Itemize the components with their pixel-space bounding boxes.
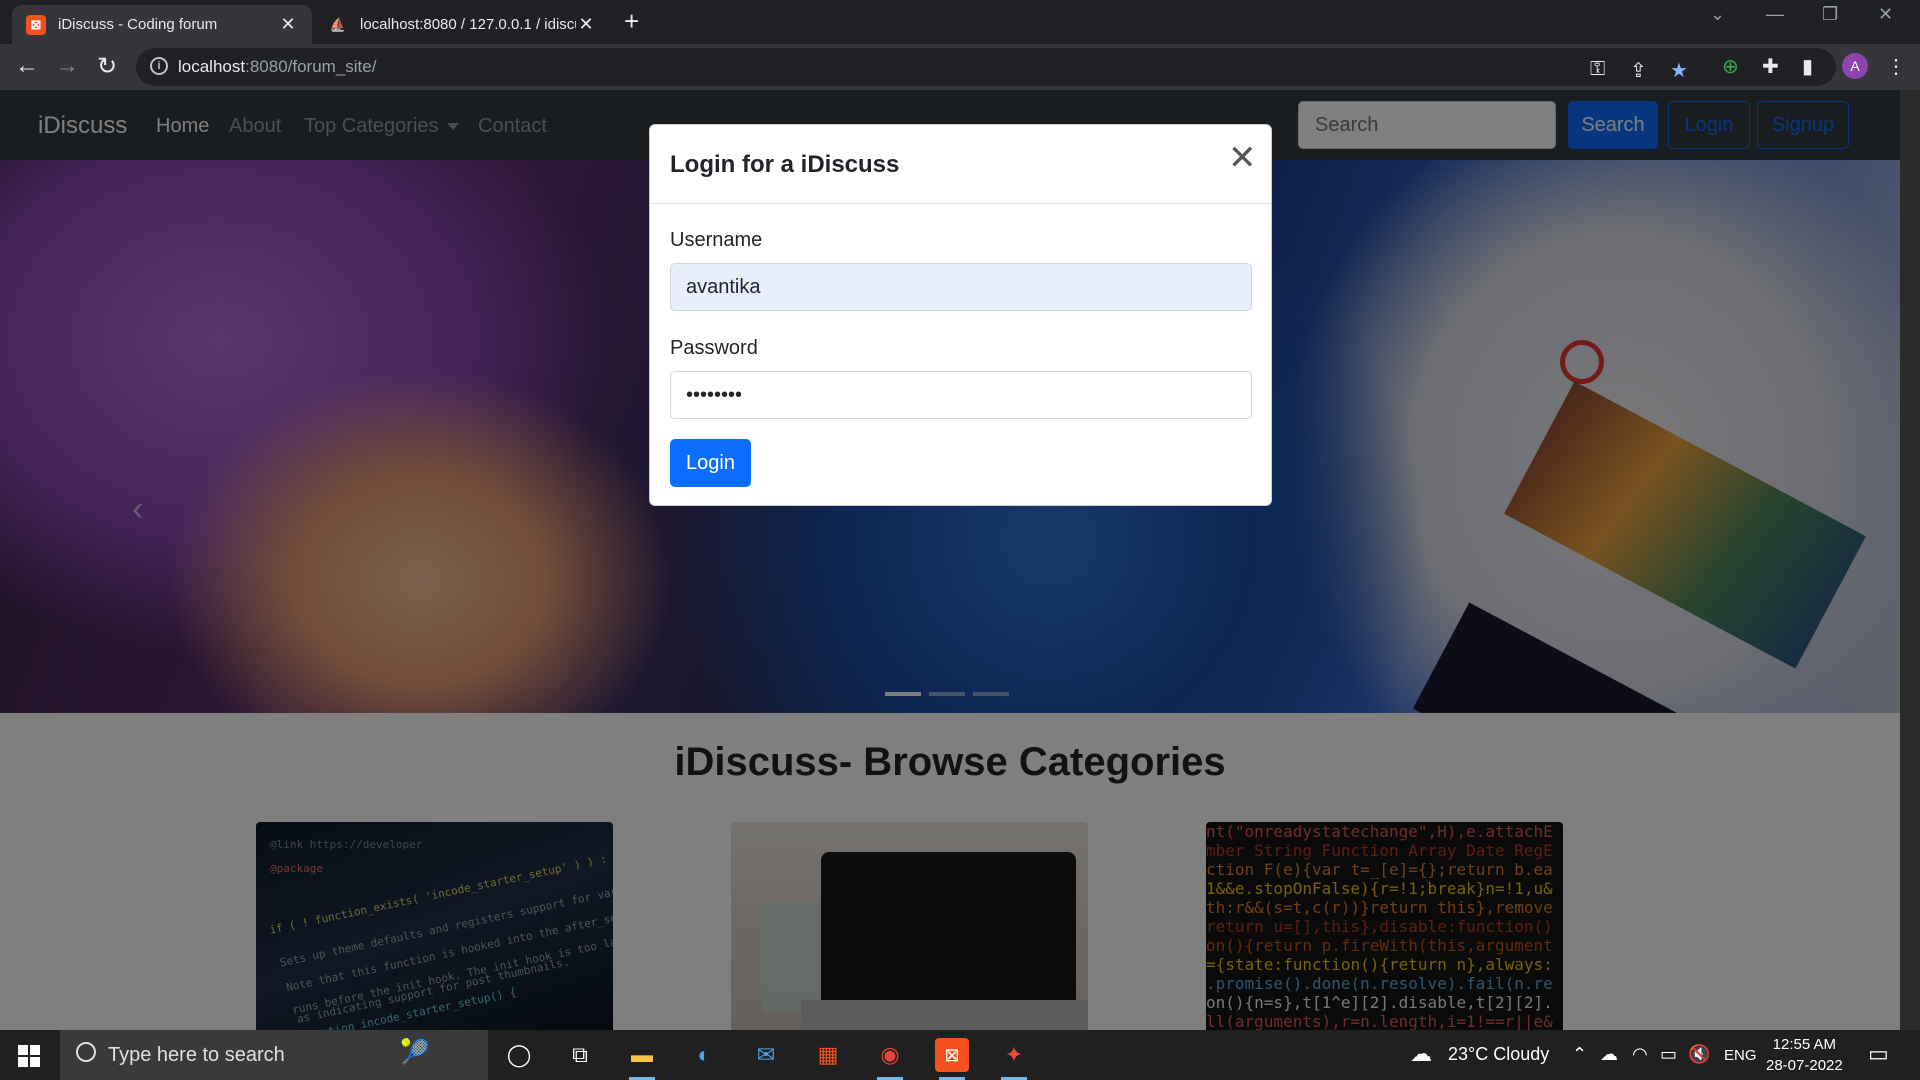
reload-icon[interactable]: ↻ xyxy=(92,52,122,81)
mail-icon[interactable]: ✉ xyxy=(749,1038,783,1072)
show-hidden-icons-icon[interactable]: ⌃ xyxy=(1572,1044,1587,1065)
username-field[interactable]: avantika xyxy=(670,263,1252,311)
url-text[interactable]: localhost:8080/forum_site/ xyxy=(178,57,376,77)
restore-icon[interactable]: ❐ xyxy=(1822,4,1838,25)
key-icon[interactable]: ⚿ xyxy=(1590,58,1605,81)
back-icon[interactable]: ← xyxy=(12,52,42,80)
extension-green-icon[interactable]: ⊕ xyxy=(1722,54,1739,79)
onedrive-icon[interactable]: ☁ xyxy=(1600,1044,1618,1065)
phpmyadmin-favicon-icon: ⛵ xyxy=(329,16,347,32)
password-field[interactable]: •••••••• xyxy=(670,371,1252,419)
new-tab-icon[interactable]: + xyxy=(624,6,639,37)
app-running-icon[interactable]: ✦ xyxy=(997,1038,1031,1080)
windows-taskbar: Type here to search 🎾 ◯ ⧉ ▬ ◐ ✉ ▦ ◉ ⊠ ✦ … xyxy=(0,1030,1920,1080)
web-page: iDiscuss Home About Top Categories Conta… xyxy=(0,90,1900,1030)
address-bar[interactable]: i localhost:8080/forum_site/ ⚿ ⇪ ★ xyxy=(136,48,1836,86)
tab-title: iDiscuss - Coding forum xyxy=(58,16,218,33)
login-submit-button[interactable]: Login xyxy=(670,439,751,487)
cortana-icon[interactable]: ◯ xyxy=(502,1038,536,1072)
file-explorer-icon[interactable]: ▬ xyxy=(625,1038,659,1080)
cloudy-weather-icon[interactable]: ☁ xyxy=(1410,1041,1432,1067)
tab-phpmyadmin[interactable]: ⛵ localhost:8080 / 127.0.0.1 / idiscu ✕ xyxy=(314,5,610,44)
modal-title: Login for a iDiscuss xyxy=(670,151,900,178)
extensions-puzzle-icon[interactable]: ✚ xyxy=(1762,54,1779,79)
browser-toolbar: ← → ↻ i localhost:8080/forum_site/ ⚿ ⇪ ★… xyxy=(0,44,1920,90)
volume-muted-icon[interactable]: 🔇 xyxy=(1688,1044,1710,1065)
weather-text[interactable]: 23°C Cloudy xyxy=(1448,1044,1549,1065)
battery-icon[interactable]: ▭ xyxy=(1660,1044,1677,1065)
language-indicator[interactable]: ENG xyxy=(1724,1047,1757,1064)
chrome-icon[interactable]: ◉ xyxy=(873,1038,907,1080)
tab-idiscuss[interactable]: ⊠ iDiscuss - Coding forum ✕ xyxy=(12,5,312,44)
taskbar-search-placeholder: Type here to search xyxy=(108,1043,285,1066)
close-tab-icon[interactable]: ✕ xyxy=(278,14,298,35)
tab-search-chevron-icon[interactable]: ⌄ xyxy=(1710,4,1725,25)
forward-icon[interactable]: → xyxy=(52,52,82,80)
task-view-icon[interactable]: ⧉ xyxy=(563,1038,597,1072)
minimize-icon[interactable]: — xyxy=(1766,4,1784,25)
clock-date: 28-07-2022 xyxy=(1766,1057,1843,1074)
tab-title: localhost:8080 / 127.0.0.1 / idiscu xyxy=(360,16,576,33)
wifi-icon[interactable]: ◠ xyxy=(1632,1044,1648,1065)
browser-tab-strip: ⊠ iDiscuss - Coding forum ✕ ⛵ localhost:… xyxy=(0,0,1920,44)
bookmark-star-icon[interactable]: ★ xyxy=(1670,58,1688,83)
page-scrollbar[interactable] xyxy=(1900,90,1920,1030)
modal-header: Login for a iDiscuss ✕ xyxy=(650,125,1271,204)
browser-menu-icon[interactable]: ⋮ xyxy=(1886,54,1906,79)
search-icon xyxy=(76,1042,96,1062)
xampp-icon[interactable]: ⊠ xyxy=(935,1038,969,1080)
login-modal: Login for a iDiscuss ✕ Username avantika… xyxy=(649,124,1272,506)
site-info-icon[interactable]: i xyxy=(150,57,168,75)
taskbar-search-box[interactable]: Type here to search 🎾 xyxy=(60,1030,488,1080)
side-panel-icon[interactable]: ▮ xyxy=(1802,54,1813,79)
edge-icon[interactable]: ◐ xyxy=(687,1038,721,1072)
close-window-icon[interactable]: ✕ xyxy=(1878,4,1893,25)
xampp-favicon-icon: ⊠ xyxy=(26,14,46,35)
clock-time: 12:55 AM xyxy=(1772,1036,1837,1053)
windows-start-icon[interactable] xyxy=(18,1045,40,1067)
notifications-icon[interactable]: ▭ xyxy=(1868,1041,1889,1067)
close-icon[interactable]: ✕ xyxy=(1228,141,1257,175)
password-label: Password xyxy=(670,337,758,359)
username-label: Username xyxy=(670,229,763,251)
profile-avatar[interactable]: A xyxy=(1842,53,1868,79)
store-icon[interactable]: ▦ xyxy=(811,1038,845,1072)
close-tab-icon[interactable]: ✕ xyxy=(576,14,596,35)
search-highlight-icon: 🎾 xyxy=(400,1039,430,1066)
share-icon[interactable]: ⇪ xyxy=(1630,58,1647,83)
taskbar-clock[interactable]: 12:55 AM 28-07-2022 xyxy=(1766,1034,1843,1076)
